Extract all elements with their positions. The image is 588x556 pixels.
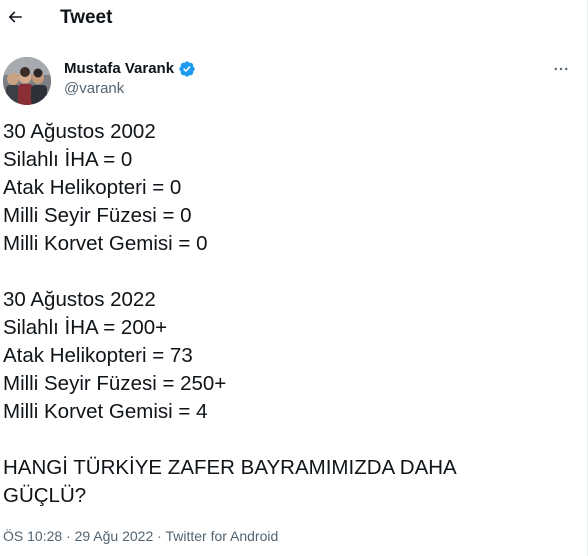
tweet-metadata: ÖS 10:28 · 29 Ağu 2022 · Twitter for And… bbox=[3, 527, 278, 545]
tweet-line: Atak Helikopteri = 0 bbox=[3, 176, 182, 199]
tweet-text: 30 Ağustos 2002 Silahlı İHA = 0 Atak Hel… bbox=[3, 118, 563, 510]
page-title: Tweet bbox=[60, 7, 113, 28]
tweet-line: Silahlı İHA = 0 bbox=[3, 148, 133, 171]
author-handle[interactable]: @varank bbox=[64, 80, 124, 98]
tweet-line: Milli Korvet Gemisi = 0 bbox=[3, 232, 208, 255]
back-button[interactable] bbox=[2, 4, 28, 30]
arrow-left-icon bbox=[8, 11, 22, 23]
more-dots-icon bbox=[554, 67, 568, 71]
verified-badge-icon bbox=[179, 61, 195, 77]
author-display-name[interactable]: Mustafa Varank bbox=[64, 60, 174, 78]
tweet-line: Milli Korvet Gemisi = 4 bbox=[3, 400, 208, 423]
tweet-source-link[interactable]: Twitter for Android bbox=[165, 528, 278, 544]
tweet-line: 30 Ağustos 2022 bbox=[3, 288, 156, 311]
tweet-line: Atak Helikopteri = 73 bbox=[3, 344, 193, 367]
tweet-line: Silahlı İHA = 200+ bbox=[3, 316, 168, 339]
tweet-date[interactable]: 29 Ağu 2022 bbox=[75, 528, 154, 544]
tweet-time[interactable]: ÖS 10:28 bbox=[3, 528, 62, 544]
meta-separator: · bbox=[153, 528, 166, 544]
tweet-line: GÜÇLÜ? bbox=[3, 484, 87, 507]
more-options-button[interactable] bbox=[550, 58, 572, 80]
tweet-line: HANGİ TÜRKİYE ZAFER BAYRAMIMIZDA DAHA bbox=[3, 456, 457, 479]
page-header: Tweet bbox=[0, 0, 587, 36]
avatar[interactable] bbox=[3, 57, 51, 105]
tweet-line: Milli Seyir Füzesi = 0 bbox=[3, 204, 192, 227]
profile-photo bbox=[3, 57, 51, 105]
meta-separator: · bbox=[62, 528, 75, 544]
author-name-row[interactable]: Mustafa Varank bbox=[64, 60, 196, 78]
tweet-line: 30 Ağustos 2002 bbox=[3, 120, 156, 143]
tweet-line: Milli Seyir Füzesi = 250+ bbox=[3, 372, 227, 395]
